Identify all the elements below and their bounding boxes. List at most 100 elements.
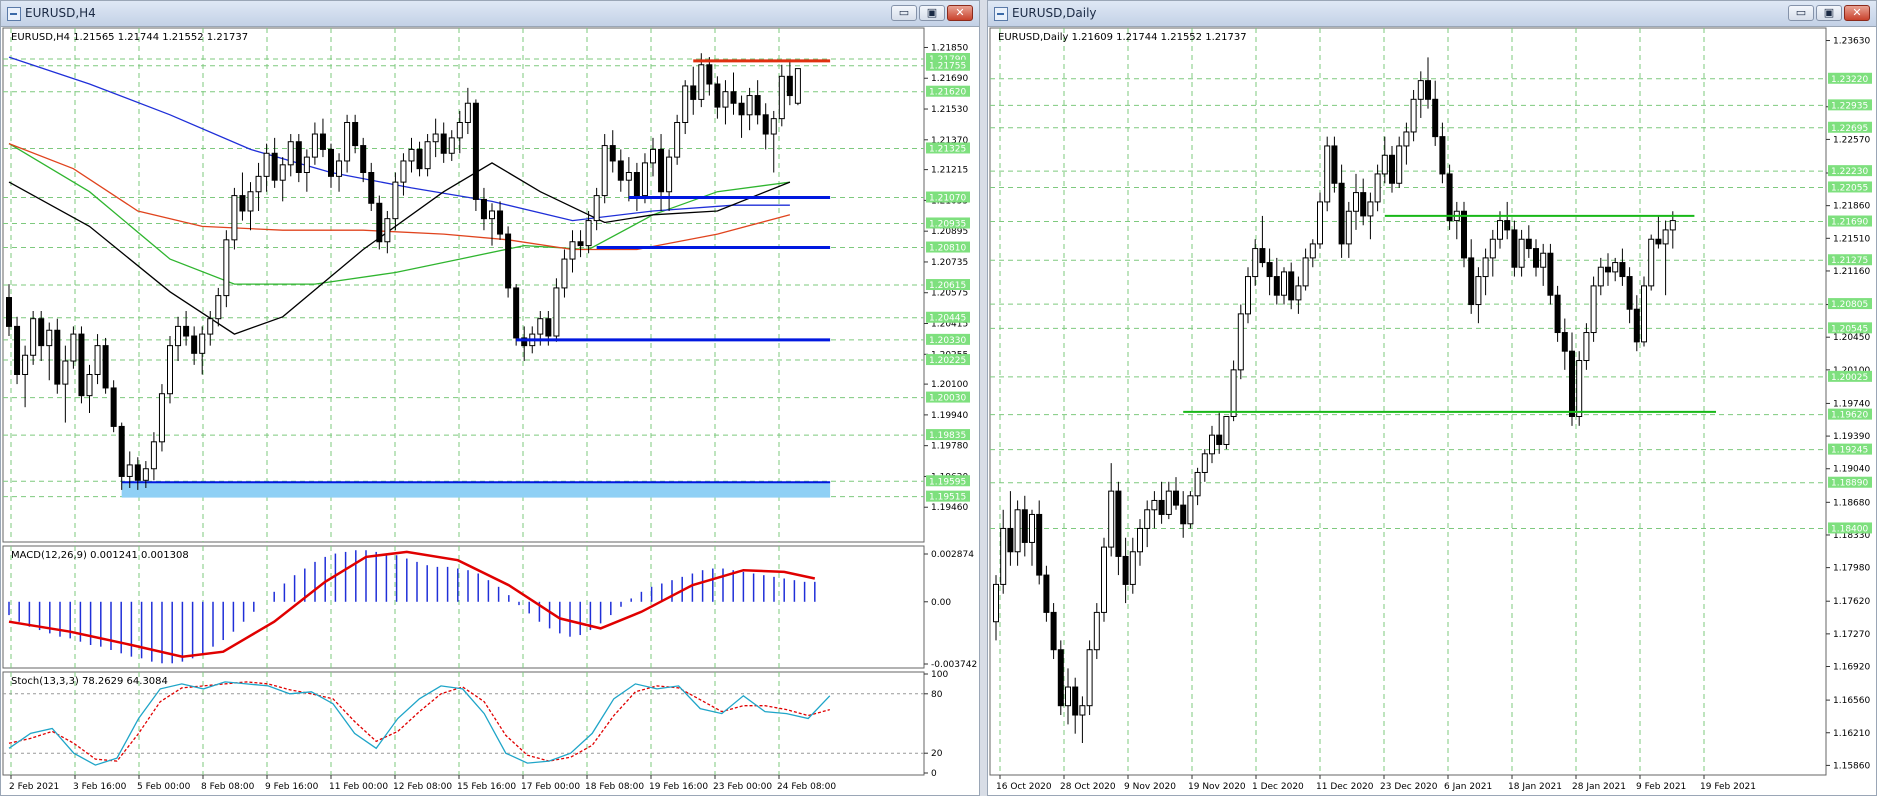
bull-candle [408, 148, 415, 162]
bear-candle [1439, 136, 1446, 175]
bull-candle [1374, 173, 1381, 203]
level-label: 1.20445 [929, 314, 966, 324]
bull-candle [158, 393, 165, 443]
bull-candle [993, 583, 999, 623]
bull-candle [231, 195, 238, 241]
bull-candle [400, 160, 407, 183]
y-tick-label: 100 [931, 670, 948, 680]
minimize-button[interactable]: ▭ [891, 5, 917, 21]
bear-candle [1007, 527, 1014, 553]
bear-candle [1158, 499, 1165, 515]
y-tick-label: 1.21530 [931, 105, 968, 115]
bear-candle [239, 195, 246, 212]
bull-candle [1000, 527, 1007, 585]
bull-candle [1317, 201, 1323, 245]
bull-candle [432, 133, 439, 143]
x-tick-label: 18 Feb 08:00 [585, 782, 644, 792]
bear-candle [328, 148, 334, 177]
bull-candle [778, 75, 785, 120]
daily-chart-area[interactable]: 1.236301.229201.225701.222101.218601.215… [988, 27, 1876, 796]
level-label: 1.19245 [1831, 446, 1868, 456]
bear-candle [1605, 266, 1611, 273]
bear-candle [1561, 332, 1568, 352]
bull-candle [1209, 434, 1215, 455]
y-tick-label: 1.19390 [1833, 432, 1870, 442]
close-button[interactable]: ✕ [1844, 5, 1870, 21]
h4-title-bar[interactable]: EURUSD,H4 ▭ ▣ ✕ [1, 1, 979, 27]
daily-title-bar[interactable]: EURUSD,Daily ▭ ▣ ✕ [988, 1, 1876, 27]
bull-candle [86, 373, 93, 397]
bull-candle [746, 95, 753, 116]
bear-candle [78, 333, 85, 397]
bull-candle [561, 258, 568, 289]
bear-candle [1389, 154, 1395, 184]
y-tick-label: 1.18680 [1833, 498, 1870, 508]
x-tick-label: 11 Feb 00:00 [329, 782, 388, 792]
restore-button[interactable]: ▣ [1816, 5, 1842, 21]
bull-candle [1302, 257, 1309, 287]
chart-window-icon [7, 7, 21, 21]
bear-candle [134, 464, 141, 481]
bull-candle [1129, 551, 1136, 585]
bull-candle [1345, 210, 1352, 245]
bull-candle [126, 464, 133, 477]
bull-candle [1295, 285, 1302, 301]
restore-button[interactable]: ▣ [919, 5, 945, 21]
level-label: 1.19595 [929, 477, 966, 487]
close-button[interactable]: ✕ [947, 5, 973, 21]
bear-candle [360, 145, 367, 174]
y-tick-label: 1.20100 [931, 380, 968, 390]
bull-candle [585, 220, 592, 247]
bear-candle [658, 148, 665, 193]
bull-candle [1194, 471, 1201, 497]
bull-candle [456, 121, 463, 139]
level-label: 1.21070 [929, 194, 966, 204]
bear-candle [38, 318, 45, 347]
bear-candle [617, 160, 624, 181]
bear-candle [706, 64, 713, 85]
y-tick-label: 0.002874 [931, 550, 974, 560]
level-label: 1.21620 [929, 88, 966, 98]
h4-chart-area[interactable]: 1.218501.216901.215301.213701.212151.210… [1, 27, 979, 796]
bear-candle [319, 133, 326, 150]
bull-candle [1252, 248, 1259, 278]
bear-candle [1525, 238, 1532, 250]
bull-candle [1518, 238, 1525, 268]
daily-chart-window[interactable]: EURUSD,Daily ▭ ▣ ✕ 1.236301.229201.22570… [987, 0, 1877, 796]
x-tick-label: 28 Oct 2020 [1060, 782, 1116, 792]
x-tick-label: 9 Feb 16:00 [265, 782, 319, 792]
bull-candle [722, 91, 729, 108]
bull-candle [1417, 80, 1424, 100]
bear-candle [1504, 220, 1511, 231]
bull-candle [1367, 201, 1374, 217]
bear-candle [762, 114, 769, 135]
bear-candle [1259, 248, 1266, 264]
minimize-button[interactable]: ▭ [1788, 5, 1814, 21]
x-tick-label: 28 Jan 2021 [1572, 782, 1626, 792]
bull-candle [1597, 266, 1604, 287]
h4-info-label: EURUSD,H4 1.21565 1.21744 1.21552 1.2173… [11, 32, 248, 43]
bull-candle [1497, 220, 1503, 240]
bear-candle [54, 329, 61, 385]
bull-candle [1669, 220, 1676, 231]
bear-candle [1338, 182, 1345, 245]
h4-chart-window[interactable]: EURUSD,H4 ▭ ▣ ✕ 1.21850 1.21690 1.21530 1.2… [0, 0, 980, 796]
bull-candle [553, 287, 560, 337]
bull-candle [1093, 611, 1100, 651]
level-label: 1.21325 [929, 144, 966, 154]
bull-candle [464, 102, 471, 123]
bear-candle [416, 148, 423, 170]
bear-candle [295, 141, 302, 174]
h4-window-title: EURUSD,H4 [25, 6, 96, 20]
bear-candle [110, 387, 117, 427]
bull-candle [1482, 257, 1489, 278]
bull-candle [1540, 252, 1547, 268]
bear-candle [1050, 611, 1057, 651]
daily-info-label: EURUSD,Daily 1.21609 1.21744 1.21552 1.2… [998, 32, 1247, 43]
bull-candle [70, 333, 77, 362]
bull-candle [22, 354, 29, 375]
bull-candle [641, 162, 648, 197]
level-label: 1.20615 [929, 281, 966, 291]
level-label: 1.21755 [929, 62, 966, 72]
y-tick-label: 0 [931, 769, 937, 779]
